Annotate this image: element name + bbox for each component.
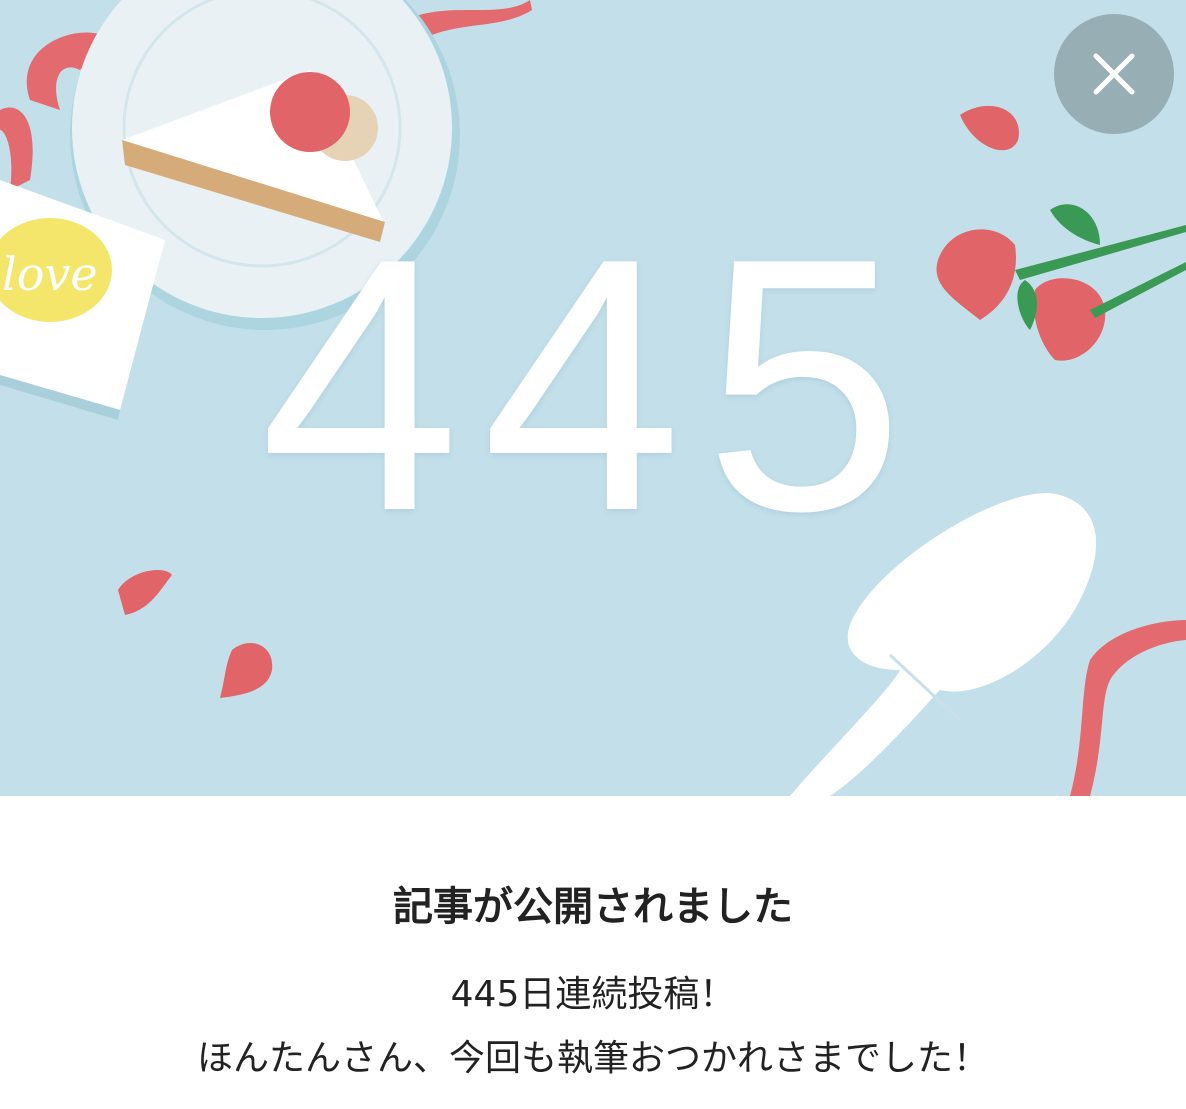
celebration-banner: love 445 — [0, 0, 1186, 796]
close-icon — [1093, 53, 1135, 95]
streak-message: 445日連続投稿！ — [450, 974, 736, 1015]
dialog-title: 記事が公開されました — [393, 884, 793, 930]
close-button[interactable] — [1054, 14, 1174, 134]
streak-count: 445 — [259, 184, 927, 586]
thanks-message: ほんたんさん、今回も執筆おつかれさまでした！ — [196, 1038, 989, 1079]
